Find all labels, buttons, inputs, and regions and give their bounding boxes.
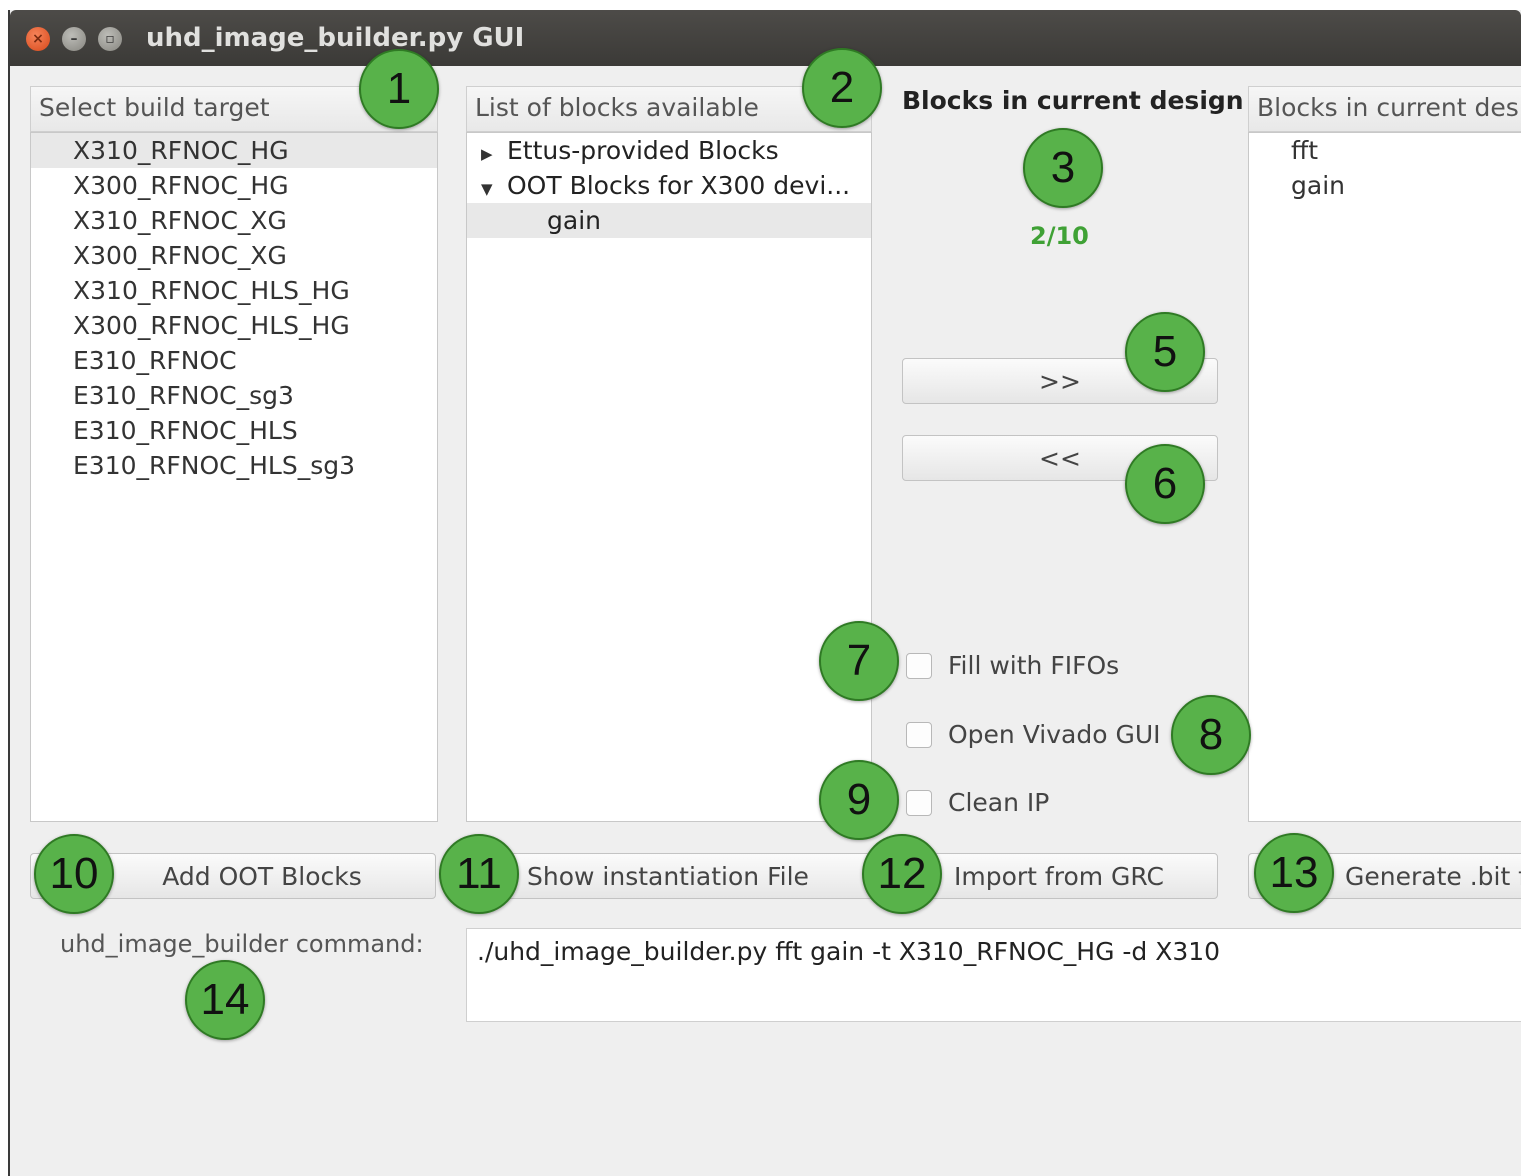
window-title: uhd_image_builder.py GUI bbox=[146, 23, 525, 53]
build-target-list[interactable]: X310_RFNOC_HG X300_RFNOC_HG X310_RFNOC_X… bbox=[30, 132, 438, 822]
list-item-target[interactable]: E310_RFNOC_HLS bbox=[31, 413, 437, 448]
callout-badge: 7 bbox=[819, 621, 899, 701]
maximize-icon[interactable]: ▫ bbox=[98, 27, 122, 51]
callout-badge: 3 bbox=[1023, 128, 1103, 208]
callout-badge: 13 bbox=[1254, 833, 1334, 913]
open-vivado-label: Open Vivado GUI bbox=[948, 720, 1161, 749]
list-item-target[interactable]: E310_RFNOC bbox=[31, 343, 437, 378]
show-instantiation-file-button[interactable]: Show instantiation File bbox=[466, 853, 886, 899]
collapsed-arrow-icon[interactable]: ▶ bbox=[481, 137, 507, 172]
clean-ip-label: Clean IP bbox=[948, 788, 1050, 817]
list-item-target[interactable]: X300_RFNOC_HLS_HG bbox=[31, 308, 437, 343]
current-design-header[interactable]: Blocks in current desi bbox=[1248, 86, 1521, 132]
callout-badge: 14 bbox=[185, 960, 265, 1040]
callout-badge: 8 bbox=[1171, 695, 1251, 775]
fill-fifos-option[interactable]: Fill with FIFOs bbox=[906, 651, 1119, 680]
list-item-target[interactable]: E310_RFNOC_sg3 bbox=[31, 378, 437, 413]
fill-fifos-checkbox[interactable] bbox=[906, 652, 932, 679]
callout-badge: 11 bbox=[439, 834, 519, 914]
callout-badge: 9 bbox=[819, 760, 899, 840]
block-count: 2/10 bbox=[1030, 222, 1089, 250]
open-vivado-option[interactable]: Open Vivado GUI bbox=[906, 720, 1161, 749]
open-vivado-checkbox[interactable] bbox=[906, 721, 932, 748]
tree-group-ettus[interactable]: ▶ Ettus-provided Blocks bbox=[467, 133, 871, 168]
list-item-target[interactable]: X300_RFNOC_HG bbox=[31, 168, 437, 203]
current-design-list[interactable]: fft gain bbox=[1248, 132, 1521, 822]
close-icon[interactable]: × bbox=[26, 27, 50, 51]
tree-item-gain[interactable]: gain bbox=[467, 203, 871, 238]
list-item-target[interactable]: X310_RFNOC_XG bbox=[31, 203, 437, 238]
expanded-arrow-icon[interactable]: ▼ bbox=[481, 172, 507, 207]
list-item-target[interactable]: X310_RFNOC_HG bbox=[31, 133, 437, 168]
tree-group-label: Ettus-provided Blocks bbox=[507, 136, 779, 165]
available-blocks-tree[interactable]: ▶ Ettus-provided Blocks ▼ OOT Blocks for X… bbox=[466, 132, 872, 822]
callout-badge: 5 bbox=[1125, 312, 1205, 392]
minimize-icon[interactable]: – bbox=[62, 27, 86, 51]
list-item-design-block[interactable]: fft bbox=[1249, 133, 1521, 168]
command-output[interactable]: ./uhd_image_builder.py fft gain -t X310_… bbox=[466, 928, 1521, 1022]
list-item-design-block[interactable]: gain bbox=[1249, 168, 1521, 203]
command-label: uhd_image_builder command: bbox=[60, 930, 424, 958]
list-item-target[interactable]: E310_RFNOC_HLS_sg3 bbox=[31, 448, 437, 483]
clean-ip-option[interactable]: Clean IP bbox=[906, 788, 1049, 817]
list-item-target[interactable]: X300_RFNOC_XG bbox=[31, 238, 437, 273]
callout-badge: 1 bbox=[359, 49, 439, 129]
fill-fifos-label: Fill with FIFOs bbox=[948, 651, 1120, 680]
callout-badge: 2 bbox=[802, 48, 882, 128]
callout-badge: 10 bbox=[34, 834, 114, 914]
callout-badge: 12 bbox=[862, 834, 942, 914]
list-item-target[interactable]: X310_RFNOC_HLS_HG bbox=[31, 273, 437, 308]
clean-ip-checkbox[interactable] bbox=[906, 789, 932, 816]
tree-group-oot[interactable]: ▼ OOT Blocks for X300 devi... bbox=[467, 168, 871, 203]
tree-group-label: OOT Blocks for X300 devi... bbox=[507, 171, 851, 200]
title-bar: × – ▫ uhd_image_builder.py GUI bbox=[10, 10, 1521, 66]
callout-badge: 6 bbox=[1125, 444, 1205, 524]
current-design-title: Blocks in current design bbox=[902, 86, 1244, 115]
